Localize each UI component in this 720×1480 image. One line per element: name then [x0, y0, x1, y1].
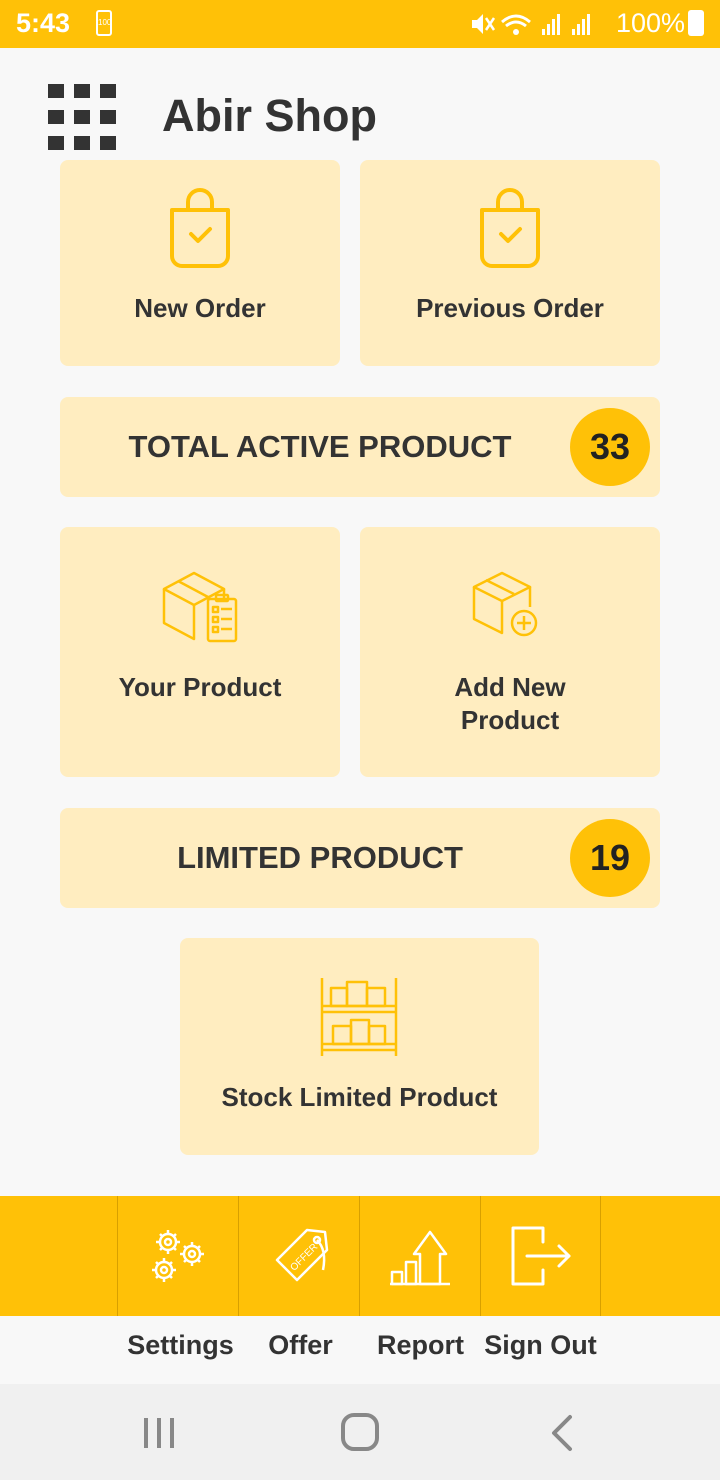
recent-apps-icon[interactable] — [142, 1416, 176, 1450]
signal-wifi-mute-icons — [472, 14, 590, 35]
page-title: Abir Shop — [162, 90, 377, 141]
sign-out-label[interactable]: Sign Out — [480, 1330, 601, 1361]
warehouse-shelf-icon — [320, 978, 398, 1056]
total-active-product-banner[interactable]: TOTAL ACTIVE PRODUCT 33 — [60, 397, 660, 497]
new-order-card[interactable]: New Order — [60, 160, 340, 366]
your-product-card[interactable]: Your Product — [60, 527, 340, 777]
total-active-product-count: 33 — [570, 408, 650, 486]
limited-product-count: 19 — [570, 819, 650, 897]
sign-out-button[interactable] — [480, 1196, 601, 1316]
new-order-label: New Order — [134, 293, 266, 323]
settings-label[interactable]: Settings — [120, 1330, 241, 1361]
report-label[interactable]: Report — [360, 1330, 481, 1361]
your-product-label: Your Product — [118, 672, 282, 702]
limited-product-banner[interactable]: LIMITED PRODUCT 19 — [60, 808, 660, 908]
report-button[interactable] — [359, 1196, 480, 1316]
shopping-bag-check-icon — [170, 188, 230, 268]
battery-icon — [688, 10, 704, 36]
battery-saver-icon: 100 — [96, 10, 112, 36]
previous-order-label: Previous Order — [416, 293, 604, 323]
product-box-list-icon — [162, 571, 238, 643]
bottom-nav-labels: Settings Offer Report Sign Out — [0, 1316, 720, 1384]
add-new-product-label-line1: Add New — [454, 672, 566, 702]
bottom-nav-bar: OFFER — [0, 1196, 720, 1316]
status-time: 5:43 — [16, 8, 71, 38]
sign-out-icon — [511, 1226, 571, 1286]
app-bar: Abir Shop — [0, 48, 720, 160]
offer-button[interactable]: OFFER — [238, 1196, 359, 1316]
home-icon[interactable] — [340, 1412, 380, 1452]
gears-icon — [152, 1230, 204, 1282]
offer-tag-icon: OFFER — [275, 1228, 329, 1282]
total-active-product-label: TOTAL ACTIVE PRODUCT — [128, 429, 512, 464]
battery-percent: 100% — [616, 8, 686, 38]
settings-button[interactable] — [117, 1196, 238, 1316]
back-icon[interactable] — [548, 1414, 574, 1452]
status-bar: 5:43 100 100% — [0, 0, 720, 48]
svg-text:OFFER: OFFER — [289, 1242, 321, 1274]
stock-limited-product-label: Stock Limited Product — [221, 1082, 498, 1112]
limited-product-label: LIMITED PRODUCT — [177, 840, 463, 875]
apps-grid-icon[interactable] — [48, 84, 116, 152]
add-new-product-card[interactable]: Add New Product — [360, 527, 660, 777]
growth-chart-icon — [390, 1230, 450, 1286]
shopping-bag-check-icon — [480, 188, 540, 268]
previous-order-card[interactable]: Previous Order — [360, 160, 660, 366]
stock-limited-product-card[interactable]: Stock Limited Product — [180, 938, 539, 1155]
system-nav-bar — [0, 1384, 720, 1480]
offer-label[interactable]: Offer — [240, 1330, 361, 1361]
add-new-product-label-line2: Product — [460, 705, 560, 735]
product-box-add-icon — [472, 571, 538, 637]
